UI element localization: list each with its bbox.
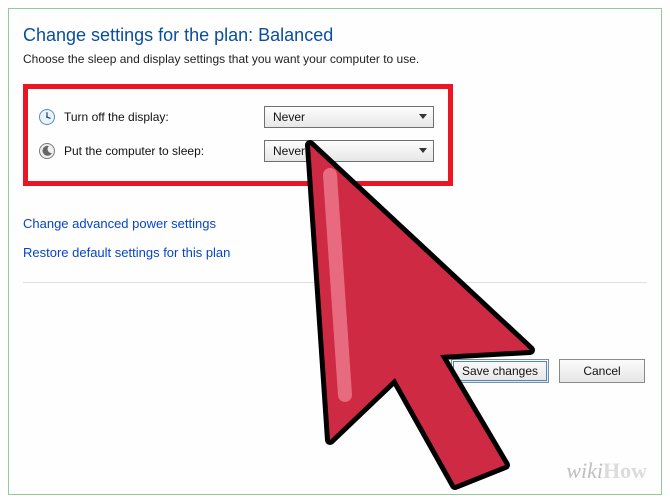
- link-advanced-power-settings[interactable]: Change advanced power settings: [23, 216, 647, 231]
- put-to-sleep-select[interactable]: Never: [264, 140, 434, 162]
- window-frame: Change settings for the plan: Balanced C…: [8, 8, 662, 495]
- row-put-to-sleep: Put the computer to sleep: Never: [38, 137, 438, 165]
- turn-off-display-value: Never: [273, 110, 305, 124]
- page-title: Change settings for the plan: Balanced: [23, 25, 647, 46]
- sleep-icon: [38, 142, 56, 160]
- put-to-sleep-label: Put the computer to sleep:: [64, 144, 264, 158]
- row-turn-off-display: Turn off the display: Never: [38, 103, 438, 131]
- button-bar: Save changes Cancel: [451, 359, 645, 383]
- save-changes-button[interactable]: Save changes: [451, 359, 549, 383]
- page-subtitle: Choose the sleep and display settings th…: [23, 52, 647, 66]
- chevron-down-icon: [419, 146, 427, 157]
- settings-highlight: Turn off the display: Never Put the comp…: [23, 84, 453, 186]
- link-restore-defaults[interactable]: Restore default settings for this plan: [23, 245, 647, 260]
- chevron-down-icon: [419, 112, 427, 123]
- put-to-sleep-value: Never: [273, 144, 305, 158]
- divider: [23, 282, 647, 283]
- display-timer-icon: [38, 108, 56, 126]
- wikihow-watermark: wikiHow: [566, 458, 647, 484]
- turn-off-display-select[interactable]: Never: [264, 106, 434, 128]
- cancel-button[interactable]: Cancel: [559, 359, 645, 383]
- turn-off-display-label: Turn off the display:: [64, 110, 264, 124]
